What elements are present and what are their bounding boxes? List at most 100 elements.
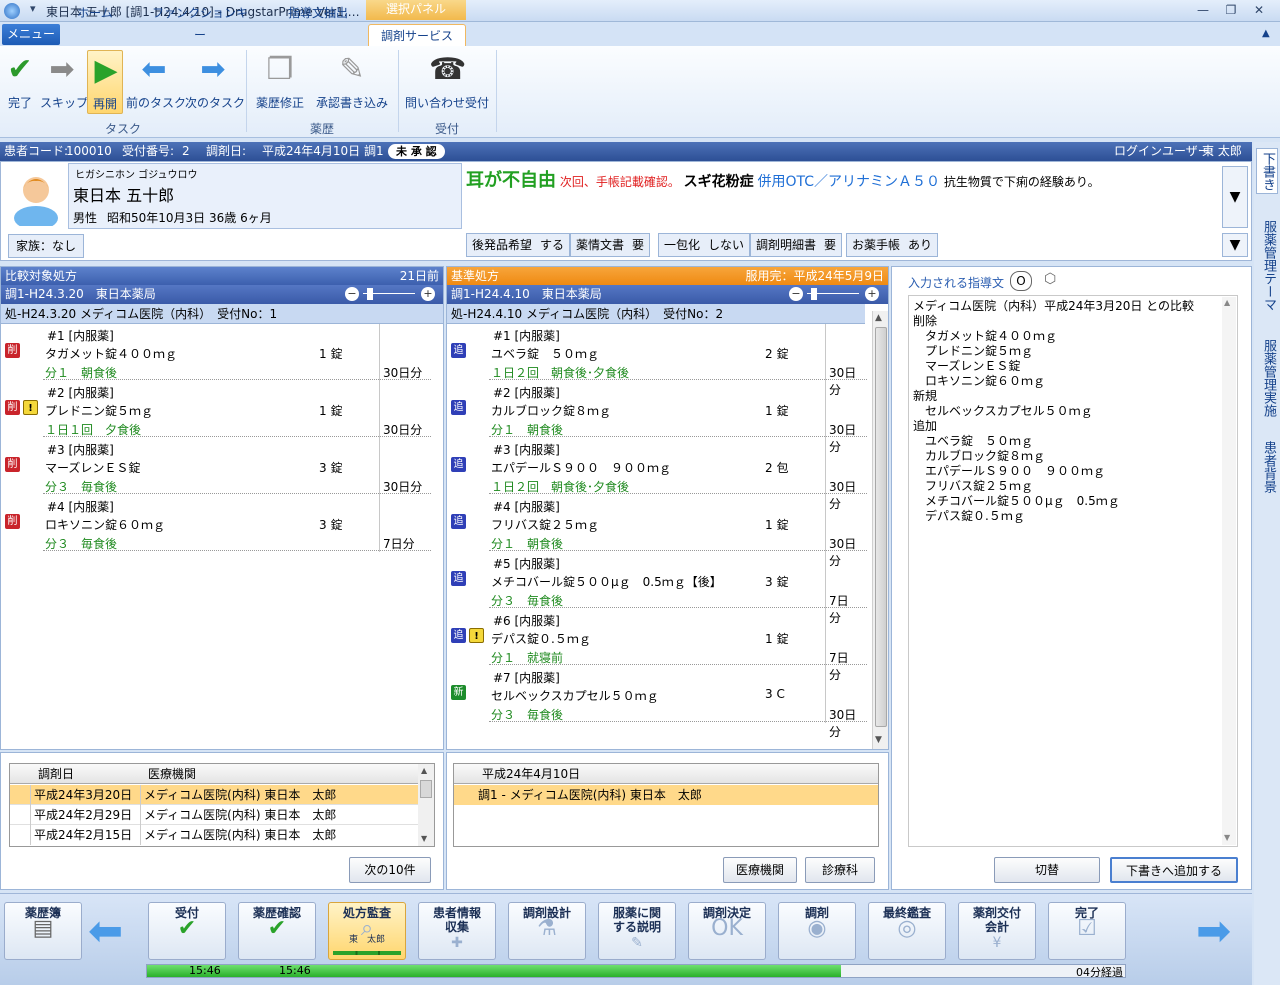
slider-thumb[interactable] [367, 288, 373, 300]
department-button[interactable]: 診療科 [805, 857, 875, 883]
guidance-text[interactable]: メディコム医院（内科）平成24年3月20日 との比較 削除 タガメット錠４００ｍｇ… [908, 295, 1238, 847]
book-icon: ▤ [32, 916, 54, 941]
scroll-down-icon[interactable]: ▼ [875, 735, 882, 745]
tag-icon[interactable]: ⬡ [1044, 271, 1056, 287]
drug-row[interactable]: #3 [内服薬] マーズレンＥＳ錠 3 錠分３ 毎食後 30日分削 [1, 438, 431, 495]
previous-task-button[interactable]: ⬅ 前のタスク [126, 50, 186, 114]
note-otc: 併用OTC／アリナミンＡ５０ [757, 174, 941, 190]
menu-button[interactable]: メニュー [2, 24, 60, 45]
current-row[interactable]: 調1 - メディコム医院(内科) 東日本 太郎 [454, 785, 878, 805]
workflow-step[interactable]: 処方監査 ⌕ 東 太郎 [328, 902, 406, 960]
history-col-inst[interactable]: 医療機関 [148, 764, 196, 784]
drug-group: #3 [内服薬] [493, 443, 560, 457]
table-row[interactable]: 平成24年3月20日 メディコム医院(内科) 東日本 太郎 [10, 785, 418, 805]
compare-panel: 比較対象処方 21日前 調1-H24.3.20 東日本薬局 − + 処-H24.… [0, 266, 444, 750]
drug-row[interactable]: #2 [内服薬] カルブロック錠８ｍｇ 1 錠分１ 朝食後 30日分追 [447, 381, 867, 454]
guidance-badge[interactable]: O [1010, 271, 1032, 291]
slider-thumb[interactable] [811, 288, 817, 300]
flag-unit-dose[interactable]: 一包化 しない [658, 233, 751, 257]
compare-zoom-slider[interactable]: − + [345, 287, 435, 301]
inquiry-reception-button[interactable]: ☎ 問い合わせ受付 [402, 50, 492, 114]
row-divider [43, 550, 431, 551]
side-tab-theme[interactable]: 服薬管理テーマ [1256, 210, 1278, 320]
next-10-button[interactable]: 次の10件 [349, 857, 431, 883]
close-button[interactable]: ✕ [1246, 2, 1272, 19]
maximize-button[interactable]: ❐ [1218, 2, 1244, 19]
flag-generic[interactable]: 後発品希望 する [466, 233, 571, 257]
drug-row[interactable]: #1 [内服薬] タガメット錠４００ｍｇ 1 錠分１ 朝食後 30日分削 [1, 324, 431, 381]
workflow-step[interactable]: 受付 ✔ [148, 902, 226, 960]
workflow-step[interactable]: 調剤 ◉ [778, 902, 856, 960]
qat-dropdown-icon[interactable]: ▾ [30, 2, 36, 15]
table-row[interactable]: 平成24年2月15日 メディコム医院(内科) 東日本 太郎 [10, 825, 418, 845]
flag-medication-handbook[interactable]: お薬手帳 あり [846, 233, 939, 257]
history-col-date[interactable]: 調剤日 [38, 764, 74, 784]
tab-home[interactable]: ホーム [70, 2, 120, 24]
drug-row[interactable]: #2 [内服薬] プレドニン錠５ｍｇ 1 錠 １日１回 夕食後 30日分削! [1, 381, 431, 438]
drug-row[interactable]: #1 [内服薬] ユベラ錠 ５０ｍｇ 2 錠 １日２回 朝食後･夕食後 30日分追 [447, 324, 867, 397]
family-button[interactable]: 家族：なし [8, 234, 84, 258]
side-tab-background[interactable]: 患者背景 [1256, 436, 1278, 498]
workflow-step[interactable]: 服薬に関 する説明 ✎ [598, 902, 676, 960]
current-col-date[interactable]: 平成24年4月10日 [482, 764, 580, 784]
drug-name: タガメット錠４００ｍｇ [45, 347, 178, 361]
help-icon[interactable]: ▲ [1262, 28, 1270, 39]
workflow-step[interactable]: 薬剤交付 会計 ¥ [958, 902, 1036, 960]
workflow-step[interactable]: 調剤決定 OK [688, 902, 766, 960]
institution-button[interactable]: 医療機関 [723, 857, 797, 883]
approve-write-button[interactable]: ✎ 承認書き込み [314, 50, 390, 114]
flag-statement[interactable]: 調剤明細書要 [750, 233, 843, 257]
drug-row[interactable]: #5 [内服薬] メチコバール錠５００μｇ 0.5ｍｇ【後】 3 錠分３ 毎食後 7日… [447, 552, 867, 625]
scroll-thumb[interactable] [875, 327, 887, 727]
notes-expand-button[interactable]: ▼ [1222, 166, 1248, 228]
scroll-down-icon[interactable]: ▼ [421, 834, 427, 843]
next-task-button[interactable]: ➡ 次のタスク [185, 50, 245, 114]
drug-row[interactable]: #7 [内服薬] セルベックスカプセル５０ｍｇ 3 C 分３ 毎食後 30日分新 [447, 666, 867, 739]
change-badge: 新 [451, 685, 466, 700]
group-label-reception: 受付 [434, 122, 459, 136]
workflow-step[interactable]: 薬歴確認 ✔ [238, 902, 316, 960]
tab-guidance-extract[interactable]: 指導文抽出 [278, 2, 358, 24]
base-scrollbar[interactable]: ▲ ▼ [872, 311, 888, 749]
side-tab-implementation[interactable]: 服薬管理実施 [1256, 330, 1278, 426]
drug-row[interactable]: #4 [内服薬] ロキソニン錠６０ｍｇ 3 錠分３ 毎食後 7日分削 [1, 495, 431, 552]
scroll-up-icon[interactable]: ▲ [1224, 298, 1230, 307]
add-to-draft-button[interactable]: 下書きへ追加する [1110, 857, 1238, 883]
drug-row[interactable]: #4 [内服薬] フリバス錠２５ｍｇ 1 錠分１ 朝食後 30日分追 [447, 495, 867, 568]
skip-button[interactable]: ➡ スキップ [40, 50, 88, 114]
complete-button[interactable]: ✔ 完了 [2, 50, 38, 114]
scroll-thumb[interactable] [420, 780, 432, 798]
scroll-down-icon[interactable]: ▼ [1224, 833, 1230, 842]
workflow-next-arrow-icon[interactable]: ➡ [1196, 910, 1231, 952]
workflow-history-book[interactable]: 薬歴簿 ▤ [4, 902, 82, 960]
resume-button[interactable]: ▶ 再開 [87, 50, 123, 114]
history-edit-button[interactable]: ❐ 薬歴修正 [252, 50, 308, 114]
table-row[interactable]: 平成24年2月29日 メディコム医院(内科) 東日本 太郎 [10, 805, 418, 825]
zoom-out-icon[interactable]: − [789, 287, 803, 301]
flag-drug-info[interactable]: 薬情文書要 [570, 233, 651, 257]
tab-dispensing-service[interactable]: 調剤サービス [368, 24, 466, 46]
flags-expand-button[interactable]: ▼ [1222, 233, 1248, 257]
workflow-step-icon: ¥ [992, 935, 1002, 951]
tab-function-keys[interactable]: ファンクションキー [150, 2, 250, 42]
drug-row[interactable]: #6 [内服薬] デパス錠０.５ｍｇ 1 錠分１ 就寝前 7日分追! [447, 609, 867, 682]
guidance-scrollbar[interactable]: ▲ ▼ [1222, 297, 1236, 845]
base-zoom-slider[interactable]: − + [789, 287, 879, 301]
zoom-out-icon[interactable]: − [345, 287, 359, 301]
current-panel: 平成24年4月10日 調1 - メディコム医院(内科) 東日本 太郎 医療機関 … [446, 752, 889, 890]
side-tab-draft[interactable]: 下書き [1256, 148, 1278, 194]
workflow-step[interactable]: 患者情報 収集 ✚ [418, 902, 496, 960]
workflow-step[interactable]: 最終鑑査 ◎ [868, 902, 946, 960]
switch-button[interactable]: 切替 [994, 857, 1100, 883]
minimize-button[interactable]: — [1190, 2, 1216, 19]
scroll-up-icon[interactable]: ▲ [421, 766, 427, 775]
scroll-up-icon[interactable]: ▲ [875, 313, 882, 323]
workflow-prev-arrow-icon[interactable]: ⬅ [88, 910, 123, 952]
history-scrollbar[interactable]: ▲ ▼ [418, 764, 434, 846]
zoom-in-icon[interactable]: + [421, 287, 435, 301]
workflow-step[interactable]: 完了 ☑ [1048, 902, 1126, 960]
workflow-step[interactable]: 調剤設計 ⚗ [508, 902, 586, 960]
zoom-in-icon[interactable]: + [865, 287, 879, 301]
drug-row[interactable]: #3 [内服薬] エパデールＳ９００ ９００ｍｇ 2 包 １日２回 朝食後･夕食後 30… [447, 438, 867, 511]
app-logo-icon[interactable] [4, 3, 20, 19]
